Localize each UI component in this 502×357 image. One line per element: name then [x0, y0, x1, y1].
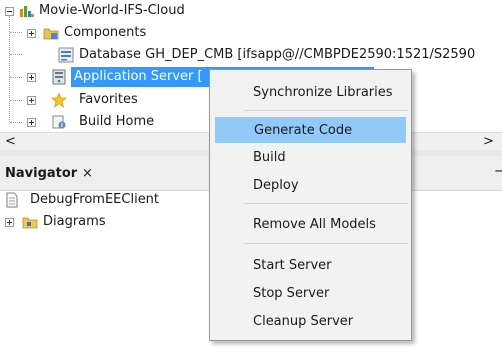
tree-root[interactable]: Movie-World-IFS-Cloud — [0, 1, 250, 21]
menu-separator — [244, 110, 408, 111]
menu-item-cleanup-server[interactable]: Cleanup Server — [215, 309, 406, 335]
expand-toggle[interactable] — [27, 96, 36, 105]
expand-toggle[interactable] — [27, 118, 36, 127]
menu-item-remove-all-models[interactable]: Remove All Models — [215, 212, 406, 238]
folder-components-icon — [43, 28, 59, 40]
diagrams-folder-icon — [22, 217, 38, 229]
menu-item-synchronize-libraries[interactable]: Synchronize Libraries — [215, 80, 406, 106]
tree-item-label: Favorites — [79, 92, 138, 107]
tree-item-label: Database GH_DEP_CMB [ifsapp@//CMBPDE2590… — [79, 47, 476, 62]
star-icon — [51, 92, 67, 108]
menu-item-start-server[interactable]: Start Server — [215, 253, 406, 279]
menu-item-deploy[interactable]: Deploy — [215, 173, 406, 199]
menu-item-generate-code[interactable]: Generate Code — [215, 117, 406, 143]
close-icon[interactable]: × — [82, 166, 93, 181]
navigator-item-label: DebugFromEEClient — [30, 192, 160, 207]
collapse-toggle[interactable] — [5, 7, 14, 16]
menu-separator — [244, 243, 408, 244]
tree-root-label: Movie-World-IFS-Cloud — [39, 3, 185, 18]
tree-item-label: Build Home — [79, 114, 155, 129]
expand-toggle[interactable] — [27, 29, 36, 38]
server-icon — [52, 69, 66, 85]
scroll-right-arrow[interactable]: > — [483, 133, 494, 150]
tree-item-label: Components — [64, 25, 147, 40]
expand-toggle[interactable] — [5, 218, 14, 227]
database-icon — [58, 47, 74, 63]
tree-item-label: Application Server [ — [74, 69, 203, 84]
menu-separator — [244, 203, 408, 204]
context-menu: Synchronize Libraries Generate Code Buil… — [209, 69, 412, 341]
scroll-left-arrow[interactable]: < — [5, 133, 16, 150]
document-icon — [6, 192, 18, 208]
tree-item-database[interactable]: Database GH_DEP_CMB [ifsapp@//CMBPDE2590… — [0, 45, 502, 65]
project-workspace-icon — [20, 6, 34, 17]
menu-item-build[interactable]: Build — [215, 145, 406, 171]
expand-toggle[interactable] — [27, 73, 36, 82]
navigator-title[interactable]: Navigator — [5, 166, 77, 181]
build-home-icon — [52, 115, 66, 129]
minimize-icon[interactable]: − — [494, 164, 502, 179]
menu-item-stop-server[interactable]: Stop Server — [215, 281, 406, 307]
tree-item-components[interactable]: Components — [0, 23, 250, 43]
navigator-item-label: Diagrams — [43, 214, 106, 229]
